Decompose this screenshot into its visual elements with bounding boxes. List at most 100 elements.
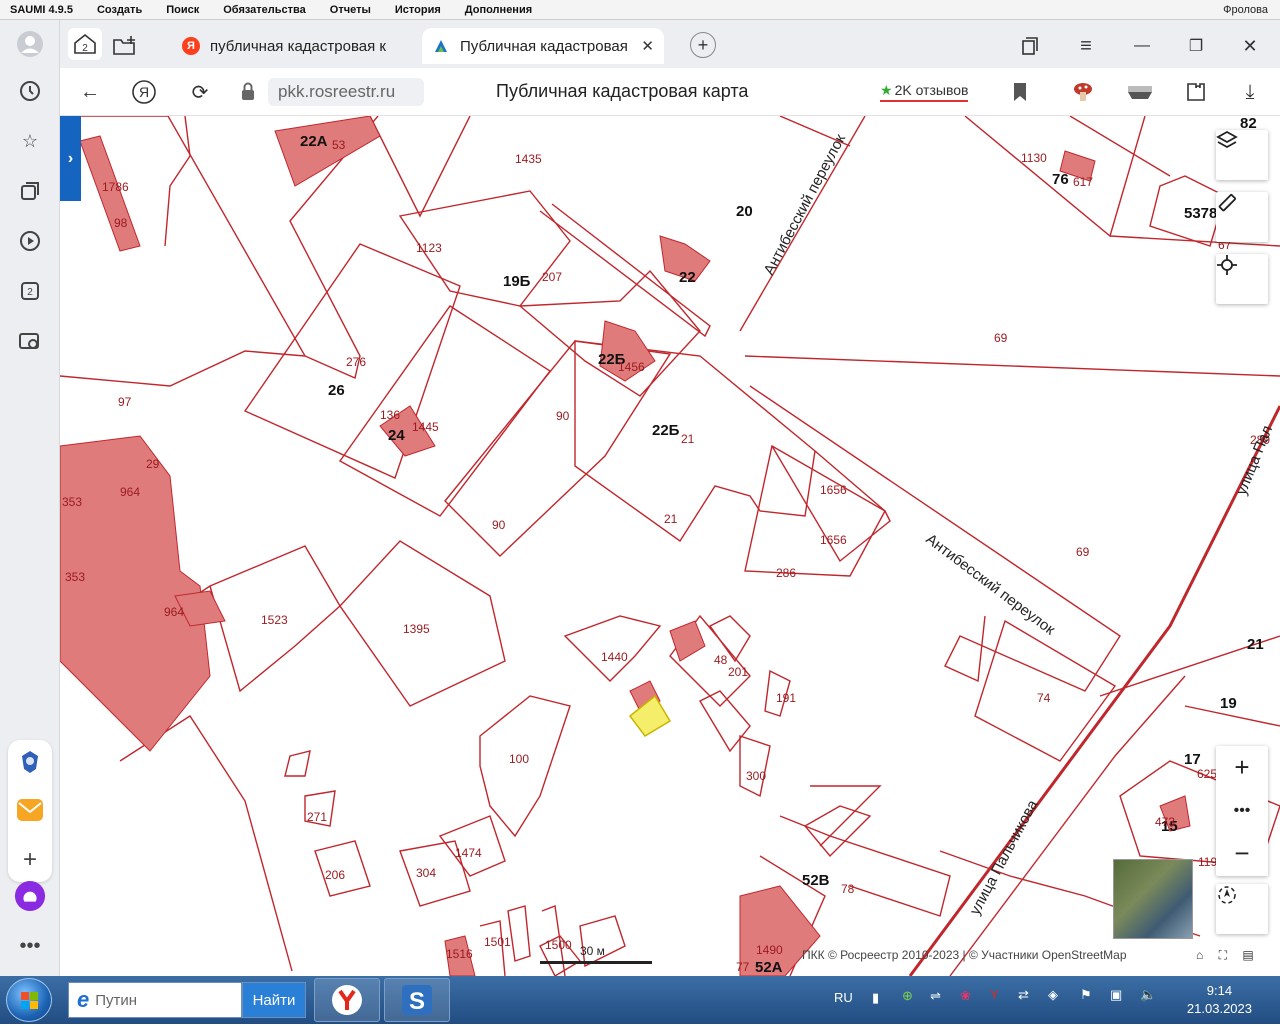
yandex-tray-icon[interactable]: Y [990,987,999,1002]
usb-icon[interactable]: ▮ [872,990,879,1006]
video-play-icon[interactable] [14,225,46,257]
tab-yandex[interactable]: Я публичная кадастровая к [172,28,414,64]
extension-hat-icon[interactable] [1126,78,1154,106]
new-tab-plus-icon[interactable]: + [690,32,716,58]
print-icon[interactable]: ▤ [1242,948,1253,962]
parcel-number-label: 5378 [1184,205,1217,222]
back-arrow-icon[interactable]: ← [76,78,104,106]
saumi-app-taskbar-icon[interactable]: S [384,978,450,1022]
add-panel-icon[interactable]: + [14,844,46,876]
app-menu-bar: SAUMI 4.9.5 Создать Поиск Обязательства … [0,0,1280,20]
search-button[interactable]: Найти [242,982,306,1018]
fullscreen-icon[interactable]: ⛶ [1219,948,1227,962]
cadastral-block-label: 21 [681,432,695,446]
parcel-number-label: 26 [328,382,345,399]
cadastral-block-label: 74 [1037,691,1051,705]
close-window-icon[interactable]: ✕ [1236,32,1264,60]
extension-mushroom-icon[interactable] [1070,78,1098,106]
taskbar-search-input[interactable]: e Путин [68,982,242,1018]
system-tray: RU ▮ ⊕ ⇌ ❀ Y ⇄ ◈ ⚑ ▣ 🔈 9:14 21.03.2023 [820,976,1280,1024]
yandex-logo-icon[interactable]: Я [130,78,158,106]
ruler-measure-icon[interactable] [1216,192,1268,242]
restore-window-icon[interactable]: ❐ [1182,32,1210,60]
cadastral-block-label: 201 [728,665,748,679]
cadastral-block-label: 271 [307,810,327,824]
action-center-flag-icon[interactable]: ⚑ [1080,987,1092,1003]
cadastral-block-label: 1490 [756,943,783,957]
expand-panel-chevron-icon[interactable]: › [60,116,81,201]
menu-item-obligations[interactable]: Обязательства [223,4,306,16]
menu-item-create[interactable]: Создать [97,4,142,16]
tray-app-icon[interactable]: ❀ [960,988,971,1004]
tray-plus-icon[interactable]: ⊕ [902,988,913,1004]
system-clock[interactable]: 9:14 21.03.2023 [1187,982,1252,1018]
cadastral-block-label: 1130 [1021,151,1047,165]
alice-assistant-icon[interactable] [14,880,46,912]
collections-icon[interactable] [14,175,46,207]
menu-item-addons[interactable]: Дополнения [465,4,532,16]
network-adapter-icon[interactable]: ⇌ [930,988,941,1004]
menu-hamburger-icon[interactable]: ≡ [1072,32,1100,60]
cadastral-block-label: 473 [1155,815,1175,829]
menu-item-search[interactable]: Поиск [166,4,199,16]
compass-rotate-icon[interactable] [1216,884,1268,934]
layers-icon[interactable] [1216,130,1268,180]
yandex-browser-taskbar-icon[interactable] [314,978,380,1022]
cadastral-block-label: 353 [62,495,82,509]
zoom-out-minus-icon[interactable]: − [1216,832,1268,875]
lock-icon[interactable] [234,78,262,106]
reload-icon[interactable]: ⟳ [186,78,214,106]
cadastral-block-label: 90 [556,409,570,423]
history-icon[interactable] [14,75,46,107]
screenshot-camera-icon[interactable] [14,325,46,357]
url-field[interactable]: pkk.rosreestr.ru [268,78,424,106]
teamviewer-icon[interactable]: ⇄ [1018,987,1029,1003]
extension-puzzle-icon[interactable] [1182,78,1210,106]
cadastral-block-label: 1440 [601,650,628,664]
bookmarks-star-icon[interactable]: ☆ [14,125,46,157]
shield-tray-icon[interactable]: ◈ [1048,987,1058,1003]
svg-text:Я: Я [139,84,149,100]
tabs-counter-icon[interactable]: 2 [14,275,46,307]
cadastral-block-label: 1501 [484,935,511,949]
tab-rosreestr[interactable]: Публичная кадастровая ✕ [422,28,664,64]
minimize-window-icon[interactable]: — [1128,32,1156,60]
zoom-more-dots-icon[interactable]: ••• [1216,789,1268,832]
scale-label: 30 м [580,944,605,958]
satellite-basemap-thumbnail[interactable] [1113,859,1193,939]
parcel-number-label: 22Б [652,422,680,439]
reviews-link[interactable]: ★ 2K отзывов [880,82,969,102]
cadastral-map[interactable]: 22А 20 82 76 5378 19Б 22 22Б 26 24 22Б 21 19 17 15 52В 5… [60,116,1280,976]
collections-bookmark-icon[interactable] [1016,32,1044,60]
menu-item-reports[interactable]: Отчеты [330,4,371,16]
download-icon[interactable]: ⤓ [1236,78,1264,106]
network-status-icon[interactable]: ▣ [1110,987,1122,1003]
locate-crosshair-icon[interactable] [1216,254,1268,304]
cadastral-block-label: 53 [332,138,346,152]
parcel-number-label: 17 [1184,751,1201,768]
cadastral-block-label: 207 [542,270,562,284]
cadastral-block-label: 1435 [515,152,542,166]
home-icon[interactable]: ⌂ [1196,948,1203,962]
search-query: Путин [95,991,138,1009]
bookmark-flag-icon[interactable] [1006,78,1034,106]
cadastral-block-label: 625 [1197,767,1217,781]
zoom-in-plus-icon[interactable]: + [1216,746,1268,789]
gosuslugi-emblem-icon[interactable] [14,746,46,778]
close-tab-icon[interactable]: ✕ [641,37,654,55]
profile-icon[interactable] [14,28,46,60]
new-tab-group-icon[interactable] [110,32,138,60]
tab-label: Публичная кадастровая [460,37,628,55]
start-orb-icon[interactable] [6,978,52,1022]
volume-icon[interactable]: 🔈 [1140,987,1156,1003]
parcel-number-label: 21 [1247,636,1264,653]
cadastral-block-label: 69 [1076,545,1090,559]
app-title: SAUMI 4.9.5 [10,3,73,16]
language-indicator[interactable]: RU [834,990,853,1005]
mail-envelope-icon[interactable] [14,794,46,826]
cadastral-block-label: 1516 [446,947,473,961]
menu-item-history[interactable]: История [395,4,441,16]
address-bar: ← Я ⟳ pkk.rosreestr.ru Публичная кадастр… [60,68,1280,116]
home-tabs-icon[interactable]: 2 [68,28,102,60]
more-dots-icon[interactable]: ••• [14,930,46,962]
